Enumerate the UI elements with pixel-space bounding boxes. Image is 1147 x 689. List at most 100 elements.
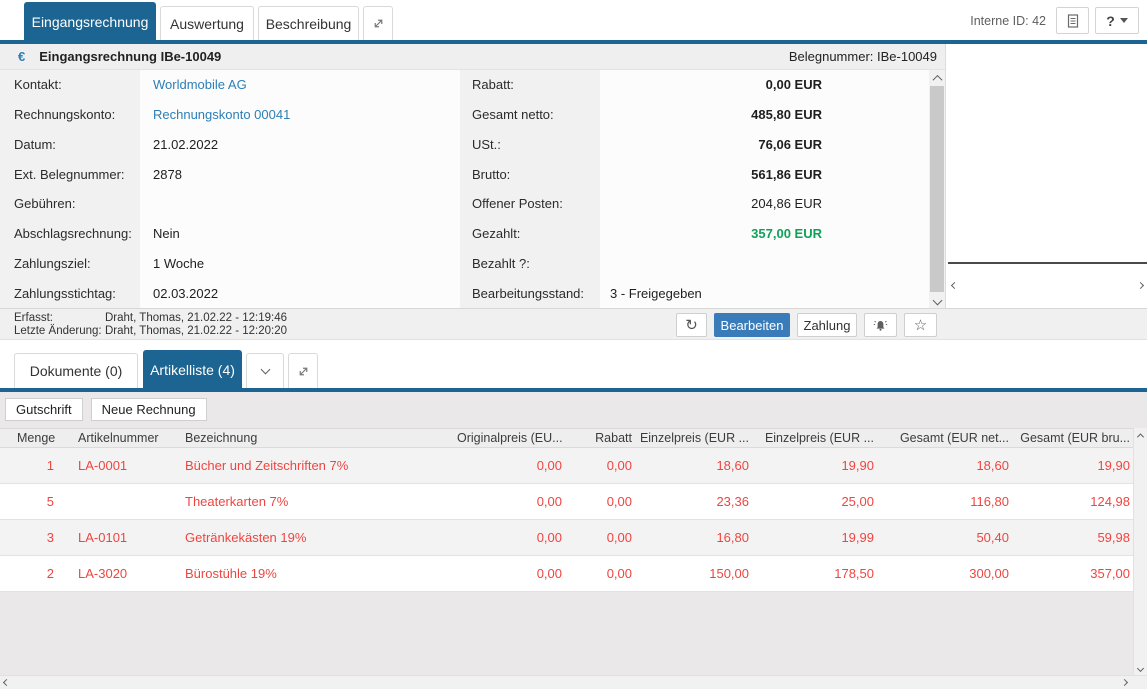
star-icon: ☆	[914, 316, 927, 334]
table-row[interactable]: 3 LA-0101 Getränkekästen 19% 0,00 0,00 1…	[0, 520, 1133, 556]
field-offener-posten: Offener Posten: 204,86 EUR	[460, 189, 929, 219]
erfasst-row: Erfasst: Draht, Thomas, 21.02.22 - 12:19…	[14, 312, 287, 325]
table-row[interactable]: 1 LA-0001 Bücher und Zeitschriften 7% 0,…	[0, 448, 1133, 484]
field-gesamt-netto: Gesamt netto: 485,80 EUR	[460, 100, 929, 130]
bell-icon	[873, 319, 888, 332]
scroll-up-icon[interactable]	[1134, 428, 1147, 442]
datum-value: 21.02.2022	[140, 137, 460, 152]
table-row[interactable]: 5 Theaterkarten 7% 0,00 0,00 23,36 25,00…	[0, 484, 1133, 520]
app-window: Eingangsrechnung Auswertung Beschreibung…	[0, 0, 1147, 689]
gezahlt-value: 357,00 EUR	[600, 226, 929, 241]
field-rabatt: Rabatt: 0,00 EUR	[460, 70, 929, 100]
col-gesamt-netto[interactable]: Gesamt (EUR net...	[874, 431, 1009, 445]
euro-icon: €	[18, 49, 25, 64]
field-zahlungsstichtag: Zahlungsstichtag: 02.03.2022	[0, 278, 460, 308]
field-brutto: Brutto: 561,86 EUR	[460, 159, 929, 189]
refresh-button[interactable]: ↻	[676, 313, 707, 337]
detail-column-right: Rabatt: 0,00 EUR Gesamt netto: 485,80 EU…	[460, 70, 929, 308]
bottom-horizontal-scrollbar[interactable]	[0, 675, 1133, 689]
field-rechnungskonto: Rechnungskonto: Rechnungskonto 00041	[0, 100, 460, 130]
document-icon	[1067, 14, 1079, 28]
zahlungsziel-value: 1 Woche	[140, 256, 460, 271]
refresh-icon: ↻	[685, 316, 698, 334]
artikelliste-panel: Gutschrift Neue Rechnung Menge Artikelnu…	[0, 392, 1147, 675]
right-side-panel	[945, 44, 1147, 308]
more-tabs-button[interactable]	[246, 353, 284, 388]
chevron-down-icon	[260, 365, 270, 375]
gutschrift-button[interactable]: Gutschrift	[5, 398, 83, 421]
scroll-left-icon[interactable]	[951, 282, 958, 289]
bearbeitungsstand-value: 3 - Freigegeben	[600, 286, 929, 301]
scrollbar-thumb[interactable]	[930, 86, 944, 292]
table-header[interactable]: Menge Artikelnummer Bezeichnung Original…	[0, 428, 1133, 448]
notification-button[interactable]	[864, 313, 897, 337]
tab-eingangsrechnung[interactable]: Eingangsrechnung	[24, 2, 156, 40]
help-question-label: ?	[1106, 13, 1115, 29]
col-artikelnummer[interactable]: Artikelnummer	[58, 431, 182, 445]
field-ext-belegnummer: Ext. Belegnummer: 2878	[0, 159, 460, 189]
col-einzelpreis-brutto[interactable]: Einzelpreis (EUR ...	[749, 431, 874, 445]
ust-value: 76,06 EUR	[600, 137, 929, 152]
bearbeiten-button[interactable]: Bearbeiten	[714, 313, 790, 337]
scroll-down-icon[interactable]	[1134, 661, 1147, 675]
offener-posten-value: 204,86 EUR	[600, 196, 929, 211]
tab-artikelliste[interactable]: Artikelliste (4)	[143, 350, 242, 388]
detail-column-left: Kontakt: Worldmobile AG Rechnungskonto: …	[0, 70, 460, 308]
scrollbar-corner	[1133, 675, 1147, 689]
letzte-aenderung-row: Letzte Änderung: Draht, Thomas, 21.02.22…	[14, 325, 287, 338]
ext-belegnummer-value: 2878	[140, 167, 460, 182]
tab-beschreibung[interactable]: Beschreibung	[258, 6, 359, 40]
help-button[interactable]: ?	[1095, 7, 1139, 34]
scroll-up-icon[interactable]	[929, 70, 945, 86]
field-bezahlt: Bezahlt ?:	[460, 249, 929, 279]
col-rabatt[interactable]: Rabatt	[562, 431, 632, 445]
field-gebuehren: Gebühren:	[0, 189, 460, 219]
interne-id-label: Interne ID: 42	[970, 14, 1046, 28]
zahlungsstichtag-value: 02.03.2022	[140, 286, 460, 301]
expand-bottom-button[interactable]	[288, 353, 318, 388]
zahlung-button[interactable]: Zahlung	[797, 313, 857, 337]
table-vertical-scrollbar[interactable]	[1133, 428, 1147, 675]
top-tab-bar: Eingangsrechnung Auswertung Beschreibung…	[0, 0, 1147, 40]
col-einzelpreis-netto[interactable]: Einzelpreis (EUR ...	[632, 431, 749, 445]
field-gezahlt: Gezahlt: 357,00 EUR	[460, 219, 929, 249]
chevron-down-icon	[1120, 18, 1128, 23]
scroll-right-icon[interactable]	[1137, 282, 1144, 289]
field-datum: Datum: 21.02.2022	[0, 130, 460, 160]
rechnungskonto-link[interactable]: Rechnungskonto 00041	[140, 107, 460, 122]
tab-dokumente[interactable]: Dokumente (0)	[14, 353, 138, 388]
col-gesamt-brutto[interactable]: Gesamt (EUR bru...	[1009, 431, 1133, 445]
letzte-aenderung-value: Draht, Thomas, 21.02.22 - 12:20:20	[105, 325, 287, 338]
expand-tabs-button[interactable]	[363, 6, 393, 40]
audit-footer: Erfasst: Draht, Thomas, 21.02.22 - 12:19…	[0, 308, 1147, 340]
field-zahlungsziel: Zahlungsziel: 1 Woche	[0, 249, 460, 279]
col-originalpreis[interactable]: Originalpreis (EU...	[457, 431, 562, 445]
record-panel: € Eingangsrechnung IBe-10049 Belegnummer…	[0, 44, 945, 308]
record-scrollbar[interactable]	[929, 70, 945, 308]
field-abschlagsrechnung: Abschlagsrechnung: Nein	[0, 219, 460, 249]
field-bearbeitungsstand: Bearbeitungsstand: 3 - Freigegeben	[460, 278, 929, 308]
neue-rechnung-button[interactable]: Neue Rechnung	[91, 398, 207, 421]
brutto-value: 561,86 EUR	[600, 167, 929, 182]
field-ust: USt.: 76,06 EUR	[460, 130, 929, 160]
table-row[interactable]: 2 LA-3020 Bürostühle 19% 0,00 0,00 150,0…	[0, 556, 1133, 592]
rabatt-value: 0,00 EUR	[600, 77, 929, 92]
expand-diagonal-icon	[372, 17, 385, 30]
record-title: Eingangsrechnung IBe-10049	[39, 49, 221, 64]
notes-button[interactable]	[1056, 7, 1089, 34]
scroll-right-icon[interactable]	[1121, 679, 1128, 686]
col-bezeichnung[interactable]: Bezeichnung	[182, 431, 457, 445]
doc-number-label: Belegnummer: IBe-10049	[789, 49, 937, 64]
erfasst-value: Draht, Thomas, 21.02.22 - 12:19:46	[105, 312, 287, 325]
favorite-button[interactable]: ☆	[904, 313, 937, 337]
scroll-down-icon[interactable]	[929, 292, 945, 308]
scroll-left-icon[interactable]	[3, 679, 10, 686]
tab-auswertung[interactable]: Auswertung	[160, 6, 254, 40]
bottom-tab-bar: Dokumente (0) Artikelliste (4)	[0, 340, 1147, 388]
record-header: € Eingangsrechnung IBe-10049 Belegnummer…	[0, 44, 945, 70]
right-horizontal-scrollbar[interactable]	[948, 264, 1147, 308]
abschlagsrechnung-value: Nein	[140, 226, 460, 241]
col-menge[interactable]: Menge	[0, 431, 58, 445]
kontakt-link[interactable]: Worldmobile AG	[140, 77, 460, 92]
field-kontakt: Kontakt: Worldmobile AG	[0, 70, 460, 100]
